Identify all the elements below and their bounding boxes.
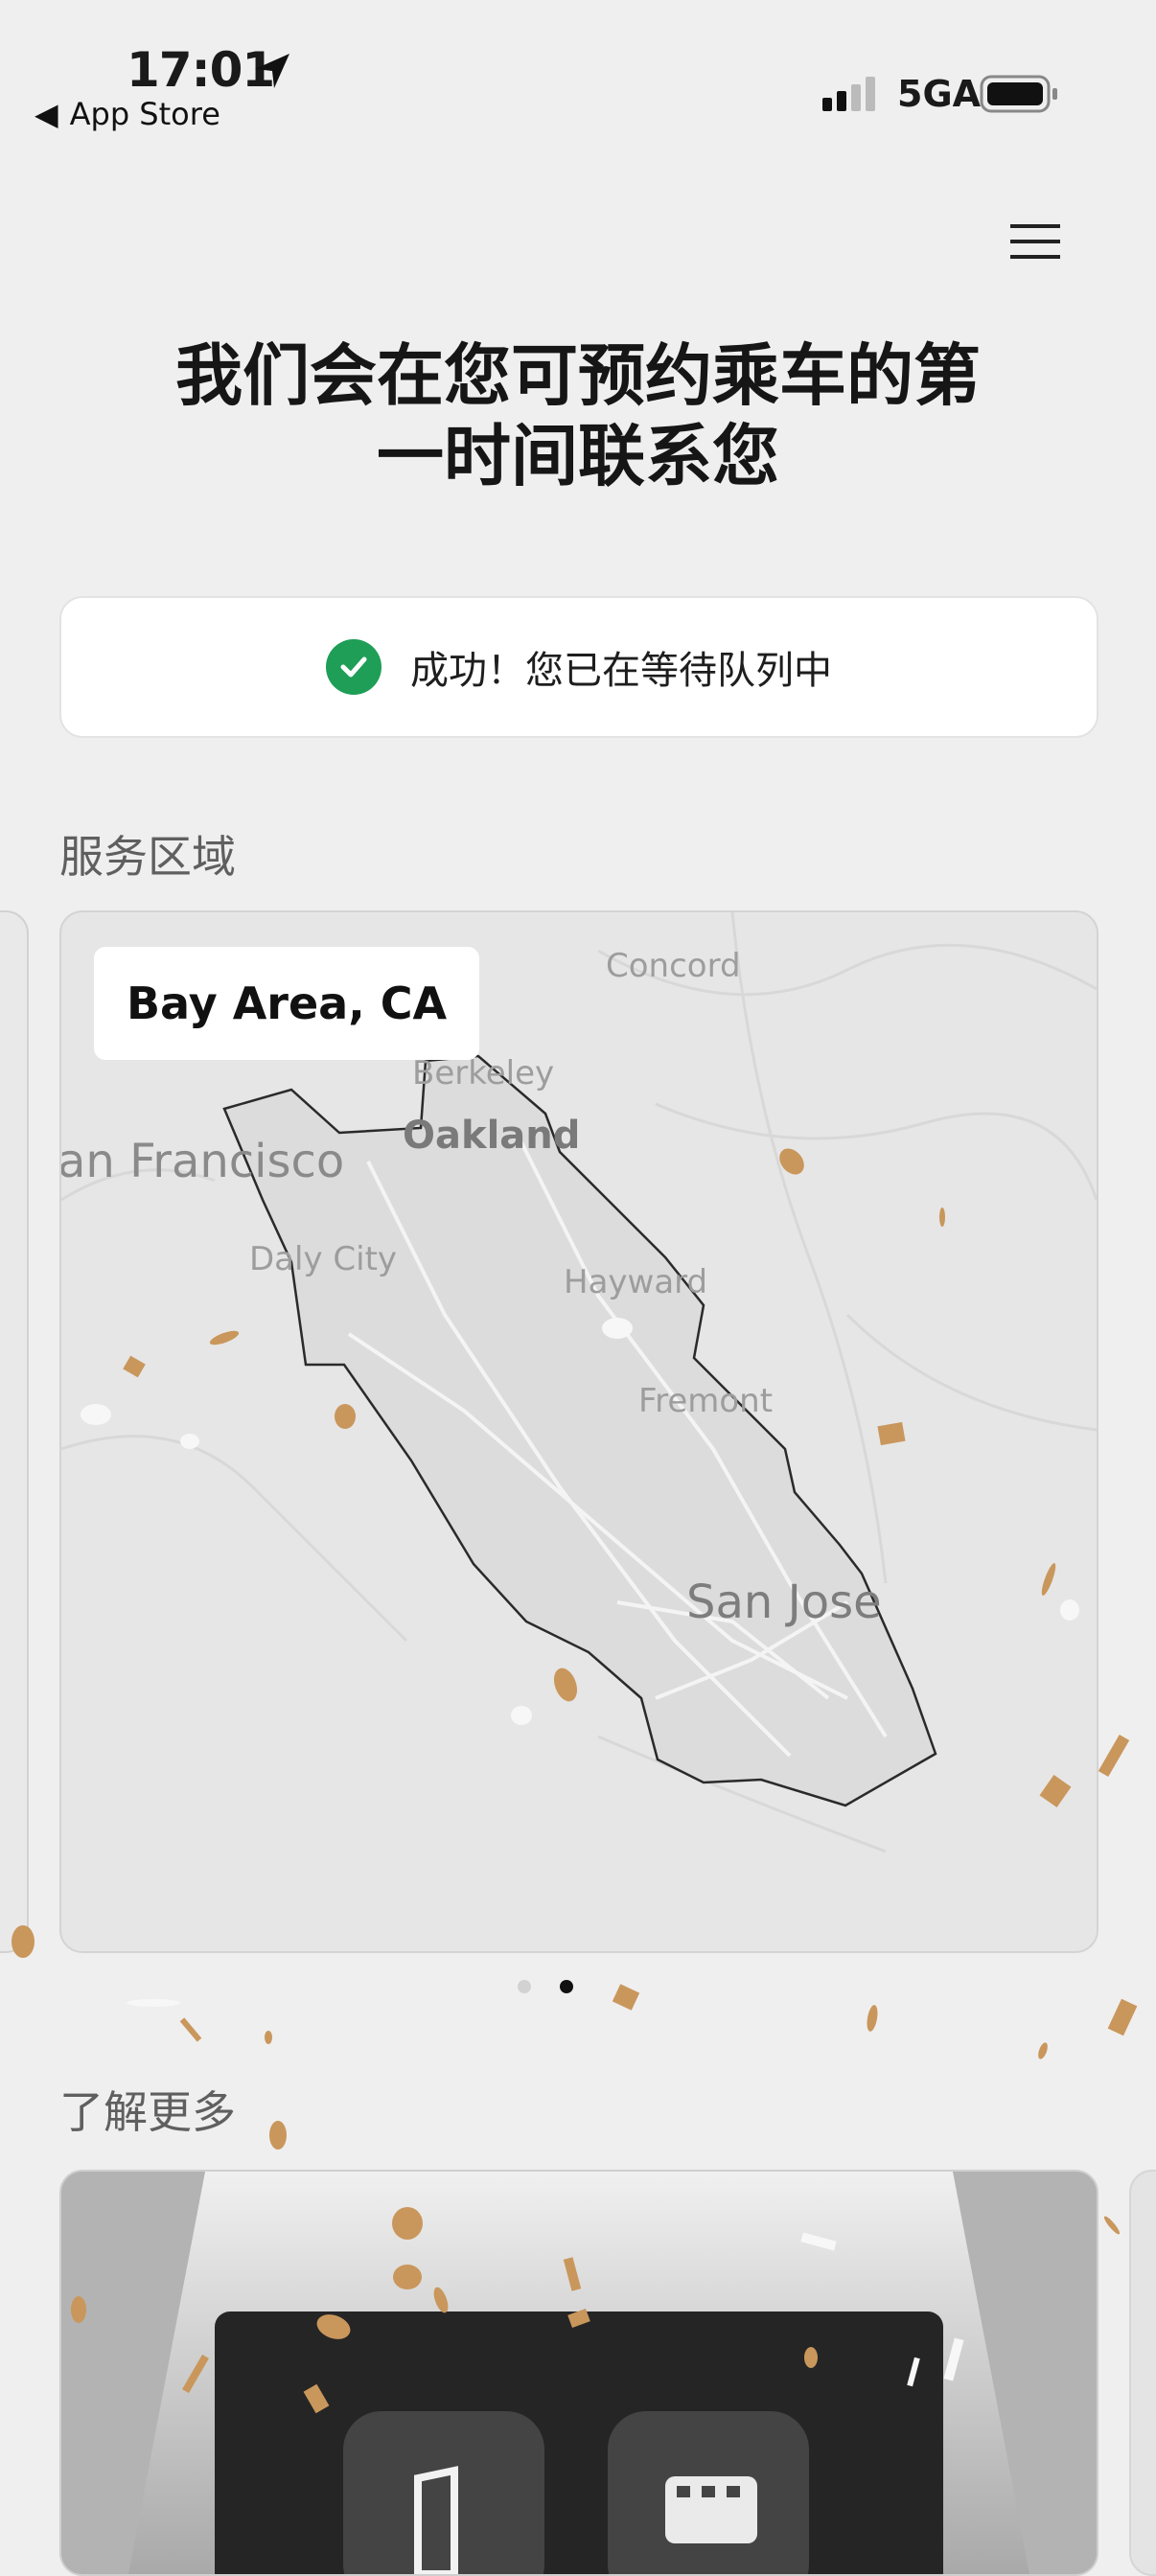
success-banner: 成功！您已在等待队列中 — [59, 596, 1098, 738]
back-triangle-icon: ◀ — [35, 96, 58, 132]
map-background — [61, 912, 1097, 1853]
region-label: Bay Area, CA — [94, 947, 480, 1060]
back-label: App Store — [69, 96, 220, 132]
learn-more-card[interactable] — [59, 2170, 1098, 2576]
vehicle-screen-image — [61, 2172, 1097, 2574]
cellular-signal-icon — [822, 77, 875, 111]
location-arrow-icon — [255, 54, 289, 88]
hamburger-menu-icon[interactable] — [1010, 222, 1060, 261]
service-area-title: 服务区域 — [59, 831, 236, 883]
city-label: Hayward — [564, 1263, 708, 1301]
back-to-app-store[interactable]: ◀ App Store — [35, 96, 220, 132]
pagination-dot-active[interactable] — [560, 1980, 573, 1993]
service-area-map[interactable]: Concord Berkeley Oakland an Francisco Da… — [59, 910, 1098, 1953]
page-title: 我们会在您可预约乘车的第 一时间联系您 — [115, 335, 1041, 496]
city-label: Berkeley — [412, 1054, 555, 1092]
battery-icon — [980, 75, 1057, 113]
pagination-dot[interactable] — [518, 1980, 531, 1993]
city-label: an Francisco — [59, 1135, 345, 1188]
success-message: 成功！您已在等待队列中 — [410, 649, 832, 693]
previous-map-card[interactable] — [0, 910, 29, 1953]
city-label: Fremont — [638, 1382, 774, 1420]
page-title-line1: 我们会在您可预约乘车的第 — [175, 336, 981, 415]
network-type: 5GA — [897, 73, 982, 115]
carousel-pagination[interactable] — [518, 1980, 573, 1993]
city-label: Concord — [606, 947, 741, 985]
page-title-line2: 一时间联系您 — [377, 417, 779, 495]
city-label: San Jose — [686, 1576, 882, 1629]
city-label: Oakland — [403, 1114, 581, 1158]
learn-more-title: 了解更多 — [59, 2086, 236, 2138]
check-circle-icon — [326, 639, 381, 695]
next-learn-card[interactable] — [1129, 2170, 1156, 2576]
city-label: Daly City — [249, 1240, 398, 1278]
